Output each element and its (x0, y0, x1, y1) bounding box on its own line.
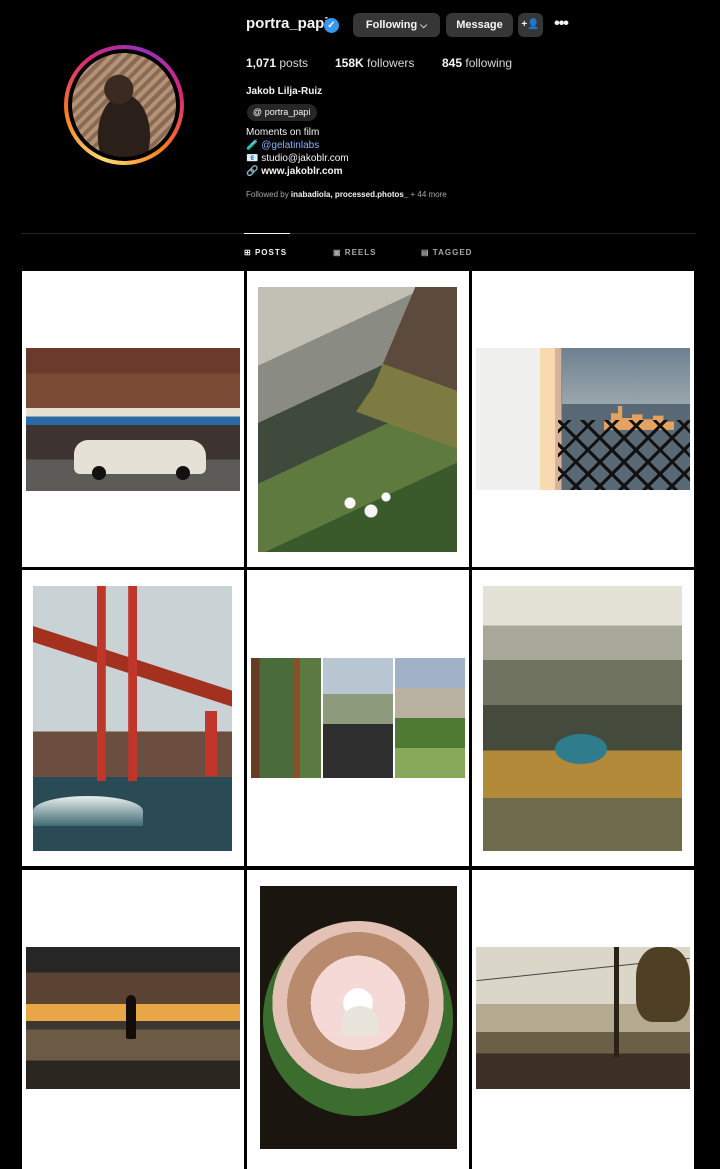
bio-website-link[interactable]: 🔗 www.jakoblr.com (246, 166, 343, 177)
lake-shape (555, 734, 607, 764)
avatar-border (68, 49, 180, 161)
post-tile[interactable] (472, 271, 694, 567)
silhouette-shape (126, 995, 136, 1039)
sky-shape (562, 348, 690, 404)
followers-link[interactable]: 158K followers (335, 56, 414, 70)
website-label: www.jakoblr.com (261, 166, 343, 177)
profile-avatar-ring[interactable] (64, 45, 184, 165)
bio-line: 🧪 @gelatinlabs (246, 140, 319, 151)
cliff-photo (258, 287, 457, 552)
flowers-shape (338, 487, 398, 527)
meadow-panel (395, 658, 465, 778)
road-panel (323, 658, 393, 778)
reels-icon: ▣ (333, 248, 342, 257)
tab-tagged[interactable]: ▤ TAGGED (421, 248, 472, 257)
capitol-dome (342, 1006, 378, 1036)
post-tile[interactable] (472, 870, 694, 1169)
post-tile[interactable] (472, 570, 694, 866)
chevron-down-icon: ⌵ (420, 20, 428, 30)
car-wheel (176, 466, 190, 480)
avatar[interactable] (72, 53, 176, 157)
tab-posts[interactable]: ⊞ POSTS (244, 248, 287, 257)
triptych-photo (251, 658, 465, 778)
message-button[interactable]: Message (446, 13, 513, 37)
post-tile[interactable] (247, 271, 469, 567)
link-icon: 🔗 (246, 166, 259, 177)
suggest-people-button[interactable]: +👤 (518, 13, 543, 37)
bridge-photo (33, 586, 232, 851)
posts-count: 1,071 posts (246, 56, 309, 70)
bio-email: 📧 studio@jakoblr.com (246, 153, 349, 164)
followed-by[interactable]: Followed by inabadiola, processed.photos… (246, 190, 447, 199)
threads-badge-label: portra_papi (264, 107, 311, 117)
add-person-icon: +👤 (521, 19, 540, 30)
profile-username: portra_papi (246, 15, 329, 32)
mountain-photo (483, 586, 682, 851)
tree-shape (636, 947, 690, 1022)
cliff-shape (318, 287, 457, 467)
bridge-tower (97, 586, 137, 781)
sunset-photo (26, 947, 240, 1089)
tagged-icon: ▤ (421, 248, 430, 257)
bio-line: Moments on film (246, 127, 320, 138)
street-photo (476, 947, 690, 1089)
post-tile[interactable] (247, 870, 469, 1169)
forest-panel (251, 658, 321, 778)
following-button-label: Following (365, 19, 418, 31)
bridge-tower (205, 711, 217, 776)
utility-pole (614, 947, 619, 1057)
bio-mention-link[interactable]: @gelatinlabs (261, 140, 319, 151)
post-tile[interactable] (22, 870, 244, 1169)
grid-icon: ⊞ (244, 248, 252, 257)
skyline-photo (476, 348, 690, 490)
tabs-divider (21, 233, 696, 234)
threads-icon: @ (253, 107, 262, 117)
active-tab-indicator (244, 233, 290, 234)
post-tile[interactable] (22, 271, 244, 567)
car-wheel (92, 466, 106, 480)
following-button[interactable]: Following ⌵ (353, 13, 440, 37)
wave-shape (33, 796, 143, 826)
more-options-icon[interactable]: ••• (551, 13, 571, 37)
test-tube-icon: 🧪 (246, 140, 259, 151)
verified-badge-icon: ✓ (324, 18, 339, 33)
fence-shape (558, 420, 690, 490)
threads-badge[interactable]: @ portra_papi (247, 104, 318, 121)
tab-reels[interactable]: ▣ REELS (333, 248, 376, 257)
profile-full-name: Jakob Lilja-Ruiz (246, 86, 323, 97)
following-link[interactable]: 845 following (442, 56, 512, 70)
fisheye-photo (260, 886, 457, 1149)
post-tile[interactable] (22, 570, 244, 866)
storefront-photo (26, 348, 240, 491)
post-tile[interactable] (247, 570, 469, 866)
